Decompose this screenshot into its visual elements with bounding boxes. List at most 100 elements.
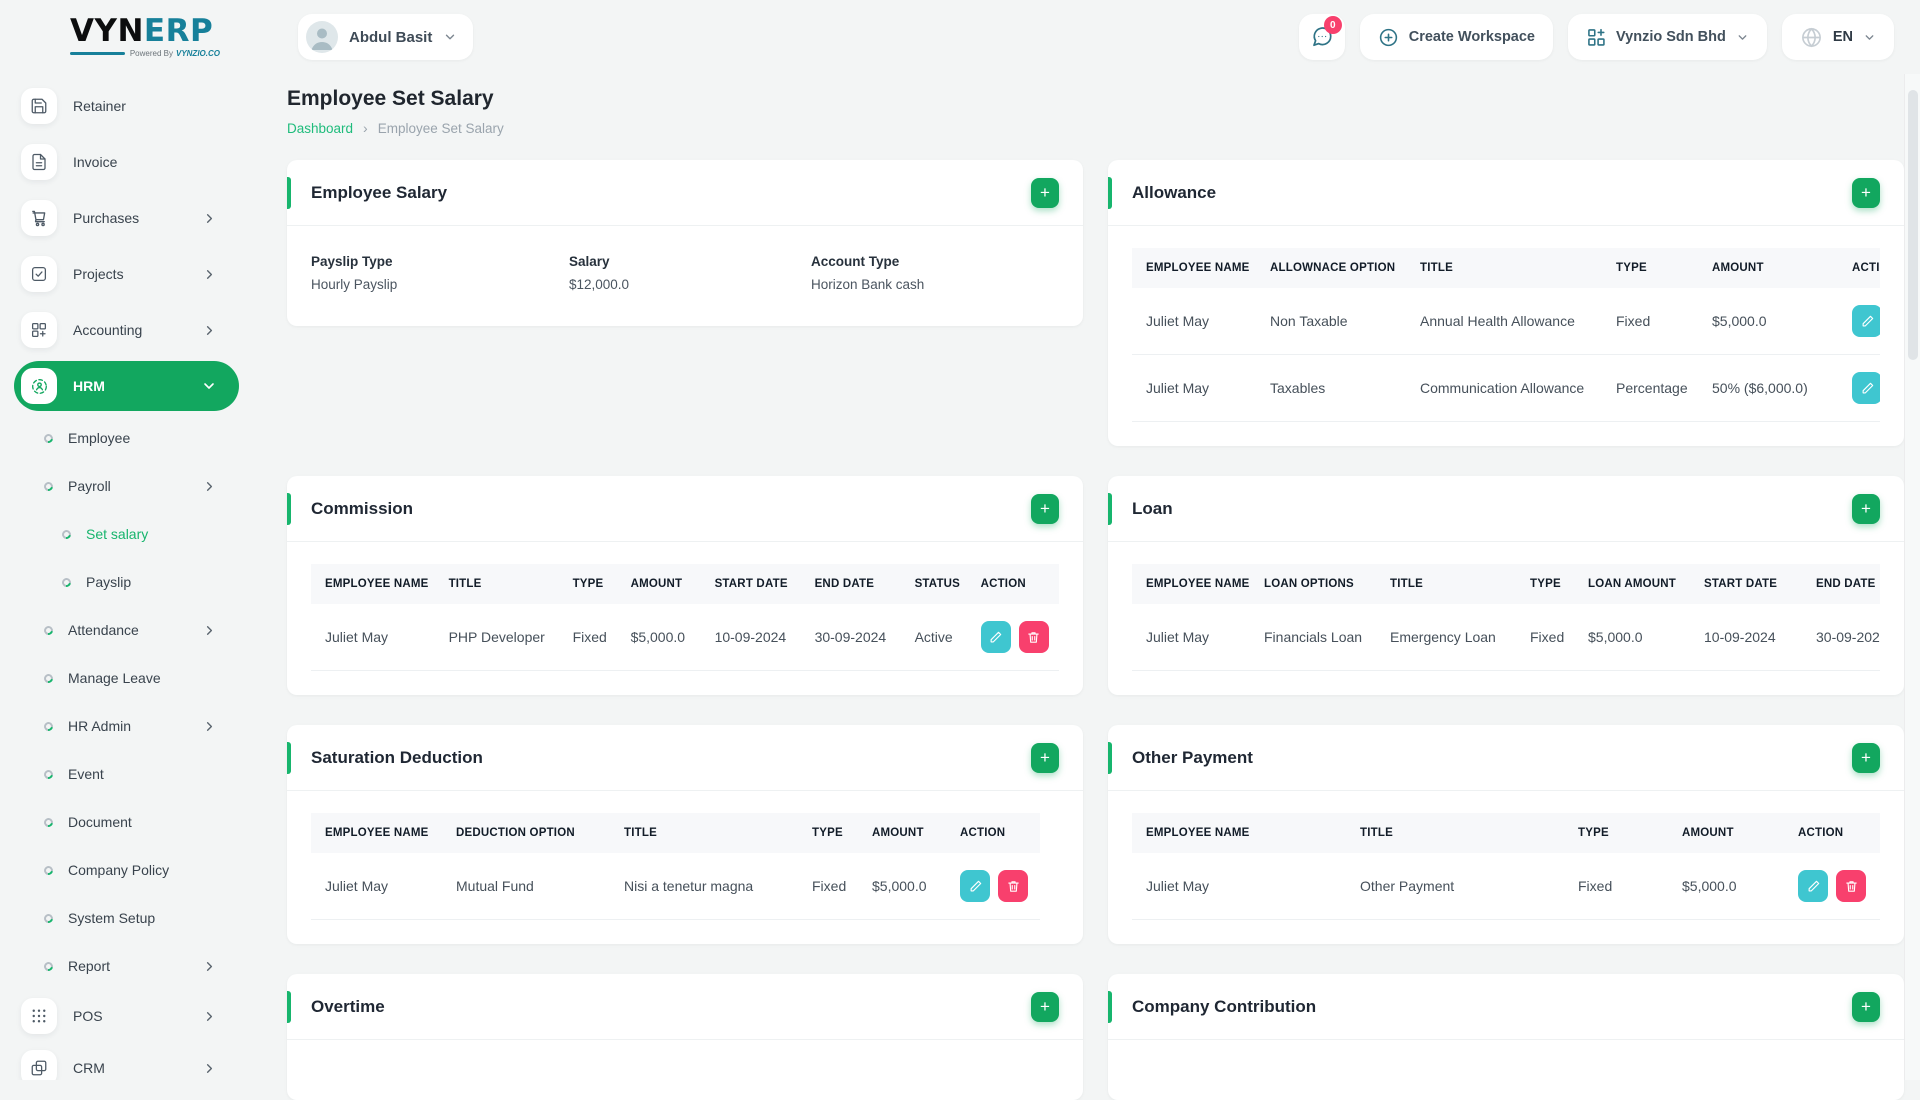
chevron-down-icon xyxy=(201,378,217,394)
card-accent xyxy=(287,493,291,525)
loan-card: Loan EMPLOYEE NAMELOAN OPTIONSTITLETYPEL… xyxy=(1108,476,1904,695)
scrollbar-thumb[interactable] xyxy=(1908,90,1918,360)
column-header: TYPE xyxy=(562,564,621,604)
field-salary: Salary $12,000.0 xyxy=(569,254,811,292)
column-header: TITLE xyxy=(1380,564,1520,604)
sidebar: Retainer Invoice Purchases Projects Accounti… xyxy=(0,74,247,1080)
card-accent xyxy=(287,991,291,1023)
sidebar-item-retainer[interactable]: Retainer xyxy=(0,78,247,134)
table-row: Juliet May Taxables Communication Allowanc… xyxy=(1132,354,1880,422)
field-value: $12,000.0 xyxy=(569,277,630,292)
sidebar-item-invoice[interactable]: Invoice xyxy=(0,134,247,190)
add-other-payment-button[interactable] xyxy=(1852,742,1880,773)
add-company-contribution-button[interactable] xyxy=(1852,991,1880,1022)
add-allowance-button[interactable] xyxy=(1852,177,1880,208)
sidebar-footer-items: POS CRM xyxy=(0,990,247,1080)
table-cell: Other Payment xyxy=(1350,853,1568,920)
table-cell: Non Taxable xyxy=(1260,288,1410,355)
column-header: ACTION xyxy=(1842,248,1880,288)
chevron-right-icon xyxy=(202,1009,217,1024)
add-overtime-button[interactable] xyxy=(1031,991,1059,1022)
sidebar-item-hrm[interactable]: HRM xyxy=(14,361,239,411)
sidebar-subitem-label: Attendance xyxy=(68,622,139,638)
sidebar-item-crm[interactable]: CRM xyxy=(0,1042,247,1080)
column-header: TITLE xyxy=(1410,248,1606,288)
page-scrollbar[interactable] xyxy=(1904,0,1920,1080)
add-saturation-deduction-button[interactable] xyxy=(1031,742,1059,773)
employee-salary-fields: Payslip Type Hourly Payslip Salary $12,0… xyxy=(287,226,1083,326)
table-header-row: EMPLOYEE NAME LOAN OPTIONS TITLE TYPE LOAN A… xyxy=(1132,564,1880,604)
table-cell: Juliet May xyxy=(311,853,446,920)
sidebar-subitem-hr-admin[interactable]: HR Admin xyxy=(0,702,247,750)
sidebar-subitem-report[interactable]: Report xyxy=(0,942,247,990)
sidebar-main-items: Retainer Invoice Purchases Projects Accounti… xyxy=(0,78,247,411)
column-header: EMPLOYEE NAME xyxy=(1132,564,1254,604)
sidebar-subitem-set-salary[interactable]: Set salary xyxy=(0,510,247,558)
action-cell xyxy=(950,853,1040,920)
language-switcher[interactable]: EN xyxy=(1781,14,1894,60)
table-cell: Fixed xyxy=(1606,288,1702,355)
bullet-icon xyxy=(42,623,55,637)
user-menu[interactable]: Abdul Basit xyxy=(298,14,474,60)
create-workspace-button[interactable]: Create Workspace xyxy=(1359,14,1554,60)
add-employee-salary-button[interactable] xyxy=(1031,177,1059,208)
table-cell: Juliet May xyxy=(1132,853,1350,920)
column-header: AMOUNT xyxy=(1672,813,1788,853)
bullet-icon xyxy=(42,767,55,781)
sidebar-item-label: HRM xyxy=(73,378,105,394)
edit-button[interactable] xyxy=(1852,305,1880,337)
column-header: END DATE xyxy=(1806,564,1880,604)
delete-button[interactable] xyxy=(1018,621,1049,653)
add-loan-button[interactable] xyxy=(1852,493,1880,524)
sidebar-subitem-payslip[interactable]: Payslip xyxy=(0,558,247,606)
chevron-right-icon xyxy=(202,479,217,494)
delete-button[interactable] xyxy=(1836,870,1866,902)
sidebar-item-purchases[interactable]: Purchases xyxy=(0,190,247,246)
sidebar-subitem-employee[interactable]: Employee xyxy=(0,414,247,462)
saturation-deduction-table: EMPLOYEE NAME DEDUCTION OPTION TITLE TYPE AM… xyxy=(311,813,1040,920)
card-header: Saturation Deduction xyxy=(287,725,1083,791)
breadcrumb-separator-icon: › xyxy=(363,120,368,136)
edit-button[interactable] xyxy=(980,621,1011,653)
workspace-switcher[interactable]: Vynzio Sdn Bhd xyxy=(1568,14,1767,60)
main-content: Employee Set Salary Dashboard › Employee… xyxy=(287,74,1904,1100)
card-body xyxy=(1108,1040,1904,1100)
edit-button[interactable] xyxy=(1852,372,1880,404)
logo-text: VYNERP xyxy=(70,13,214,49)
sidebar-subitem-company-policy[interactable]: Company Policy xyxy=(0,846,247,894)
plus-circle-icon xyxy=(1378,27,1399,48)
employee-salary-card: Employee Salary Payslip Type Hourly Pays… xyxy=(287,160,1083,326)
sidebar-item-accounting[interactable]: Accounting xyxy=(0,302,247,358)
table-header-row: EMPLOYEE NAME TITLE TYPE AMOUNT START DATE EN… xyxy=(311,564,1059,604)
card-accent xyxy=(287,177,291,209)
sidebar-subitem-label: Manage Leave xyxy=(68,670,161,686)
column-header: EMPLOYEE NAME xyxy=(1132,813,1350,853)
language-label: EN xyxy=(1832,29,1853,45)
add-commission-button[interactable] xyxy=(1031,493,1059,524)
delete-button[interactable] xyxy=(998,870,1028,902)
column-header: TYPE xyxy=(1606,248,1702,288)
card-accent xyxy=(287,742,291,774)
chat-badge: 0 xyxy=(1323,16,1342,34)
sidebar-subitem-payroll[interactable]: Payroll xyxy=(0,462,247,510)
bullet-icon xyxy=(42,911,55,925)
sidebar-subitem-manage-leave[interactable]: Manage Leave xyxy=(0,654,247,702)
chat-button[interactable]: 0 xyxy=(1298,14,1345,60)
bullet-icon xyxy=(42,815,55,829)
breadcrumb-dashboard-link[interactable]: Dashboard xyxy=(287,121,353,136)
sidebar-subitem-label: Employee xyxy=(68,430,131,446)
sidebar-subitem-attendance[interactable]: Attendance xyxy=(0,606,247,654)
card-header: Loan xyxy=(1108,476,1904,542)
bullet-icon xyxy=(42,431,55,445)
sidebar-subitem-event[interactable]: Event xyxy=(0,750,247,798)
app-logo[interactable]: VYNERP Powered By VYNZIO.CO xyxy=(70,16,220,58)
sidebar-item-pos[interactable]: POS xyxy=(0,990,247,1042)
sidebar-subitem-system-setup[interactable]: System Setup xyxy=(0,894,247,942)
sidebar-item-projects[interactable]: Projects xyxy=(0,246,247,302)
table-cell: Communication Allowance xyxy=(1410,354,1606,422)
edit-button[interactable] xyxy=(960,870,990,902)
action-cell xyxy=(1842,288,1880,355)
sidebar-subitem-document[interactable]: Document xyxy=(0,798,247,846)
edit-button[interactable] xyxy=(1798,870,1828,902)
sidebar-item-label: Invoice xyxy=(73,154,118,170)
